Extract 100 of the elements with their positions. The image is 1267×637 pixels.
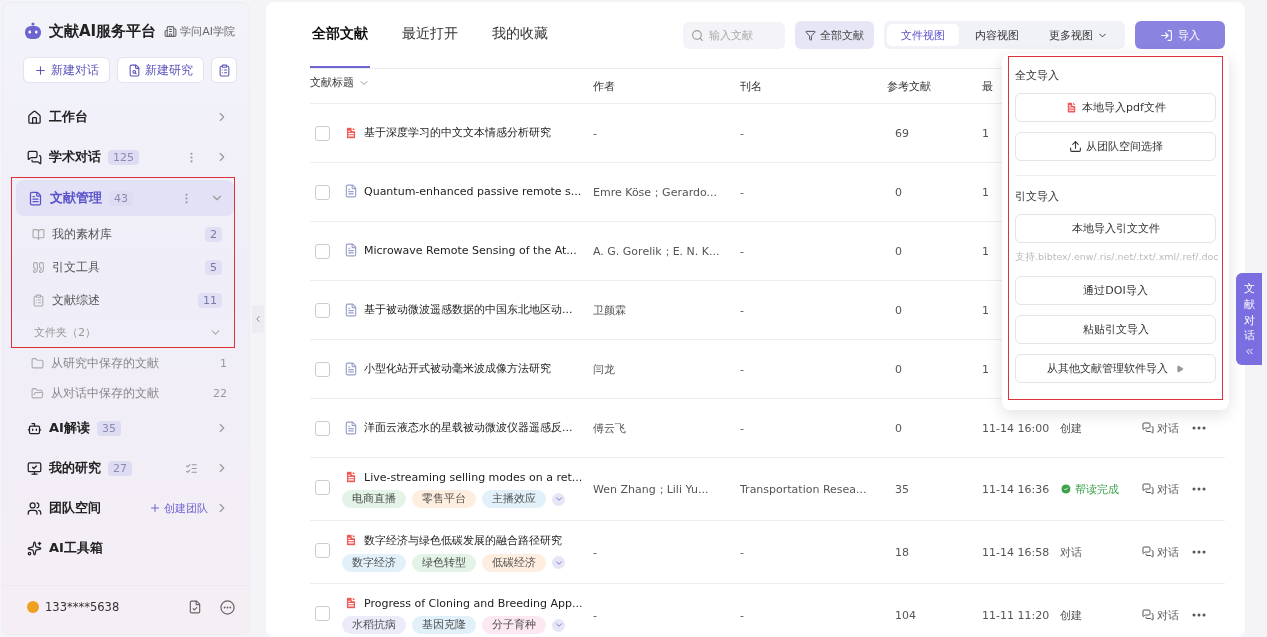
book-icon — [32, 228, 45, 241]
view-tab[interactable]: 内容视图 — [961, 24, 1033, 46]
avatar[interactable] — [27, 601, 39, 613]
more-icon[interactable] — [220, 599, 235, 615]
chat-link[interactable]: 对话 — [1142, 544, 1179, 560]
nav-item[interactable]: 学术对话 125 — [15, 139, 239, 175]
count-badge: 11 — [198, 293, 222, 308]
menu-item[interactable]: 本地导入引文文件 — [1015, 214, 1216, 243]
date-cell: 1 — [982, 362, 989, 376]
checkbox[interactable] — [315, 126, 330, 141]
expand-tags-button[interactable] — [552, 618, 565, 632]
academy-link[interactable]: 学问AI学院 — [164, 23, 235, 39]
filter-icon — [805, 29, 816, 41]
search-field[interactable]: 输入文献 — [683, 21, 785, 49]
chat-link[interactable]: 对话 — [1142, 607, 1179, 623]
title-cell[interactable]: 数字经济与绿色低碳发展的融合路径研究 — [364, 532, 562, 548]
view-tab[interactable]: 文件视图 — [887, 24, 959, 46]
title-cell[interactable]: Microwave Remote Sensing of the At... — [364, 243, 577, 257]
journal-cell: - — [740, 244, 744, 258]
sub-nav-item[interactable]: 文献综述 11 — [16, 284, 234, 317]
author-cell: 卫颜霖 — [593, 302, 626, 318]
monitor-icon — [27, 460, 42, 476]
filter-button[interactable]: 全部文献 — [795, 21, 874, 49]
title-cell[interactable]: 小型化站开式被动毫米波成像方法研究 — [364, 361, 551, 376]
column-header[interactable]: 文献标题 — [310, 69, 370, 90]
user-phone: 133****5638 — [45, 600, 120, 614]
new-action-button[interactable]: 新建对话 — [23, 57, 110, 83]
checkbox[interactable] — [315, 421, 330, 436]
title-cell[interactable]: Progress of Cloning and Breeding App... — [364, 596, 583, 610]
chat-link[interactable]: 对话 — [1142, 420, 1179, 436]
menu-item[interactable]: 粘贴引文导入 — [1015, 315, 1216, 344]
expand-tags-button[interactable] — [552, 556, 565, 569]
tab[interactable]: 全部文献 — [310, 2, 370, 68]
menu-item[interactable]: 从其他文献管理软件导入 — [1015, 354, 1216, 383]
checkbox[interactable] — [315, 244, 330, 259]
journal-cell: Transportation Resea... — [740, 482, 867, 496]
expand-tags-button[interactable] — [552, 492, 565, 506]
app-title: 文献AI服务平台 — [49, 21, 157, 41]
nav-item[interactable]: AI工具箱 — [15, 530, 239, 566]
pdf-file-icon — [344, 596, 358, 610]
author-cell: - — [593, 545, 597, 559]
nav-label: 团队空间 — [49, 499, 101, 517]
column-header[interactable]: 作者 — [593, 78, 615, 94]
tab[interactable]: 最近打开 — [400, 2, 460, 68]
pdf-file-icon — [344, 125, 358, 140]
author-cell: 傅云飞 — [593, 420, 626, 436]
pdf-file-icon — [344, 470, 358, 484]
more-icon[interactable] — [1192, 487, 1206, 491]
create-team-link[interactable]: 创建团队 — [149, 500, 208, 516]
table-row[interactable]: 数字经济与绿色低碳发展的融合路径研究 数字经济 绿色转型 低碳经济 - - 18 11-14 16:58 对话 对话 — [310, 521, 1225, 584]
document-icon — [344, 420, 358, 435]
checkbox[interactable] — [315, 606, 330, 621]
nav-item[interactable]: 工作台 — [15, 99, 239, 135]
sub-nav-item[interactable]: 我的素材库 2 — [16, 218, 234, 251]
checkbox[interactable] — [315, 542, 330, 558]
journal-cell: - — [740, 126, 744, 140]
nav-item[interactable]: 我的研究 27 — [15, 450, 239, 486]
section-title: 全文导入 — [1015, 69, 1060, 83]
nav-item[interactable]: AI解读 35 — [15, 410, 239, 446]
home-icon — [27, 109, 42, 125]
reference-count-cell-text: 18 — [894, 545, 909, 559]
nav-item[interactable]: 团队空间 创建团队 — [15, 490, 239, 526]
title-cell[interactable]: 基于深度学习的中文文本情感分析研究 — [364, 125, 551, 140]
chat-link[interactable]: 对话 — [1142, 481, 1179, 497]
chevron-left-icon — [253, 313, 263, 324]
table-row[interactable]: Live-streaming selling modes on a ret... 电商直播 零售平台 主播效应 Wen Zhang；Lili Yu... Transportation Resea... 35 11-14 16:36 帮读完成 对话 — [310, 458, 1225, 521]
new-action-button[interactable]: 新建研究 — [117, 57, 204, 83]
checkbox[interactable] — [315, 185, 330, 200]
clipboard-button[interactable] — [211, 57, 237, 83]
chat-bubbles-icon — [27, 149, 42, 165]
table-row[interactable]: Progress of Cloning and Breeding App... 水稻抗病 基因克隆 分子育种 - - 104 11-11 11:20 创建 对话 — [310, 584, 1225, 637]
tab[interactable]: 我的收藏 — [490, 2, 550, 68]
title-cell[interactable]: 基于被动微波遥感数据的中国东北地区动... — [364, 302, 573, 317]
submenu-arrow-icon — [1176, 364, 1184, 373]
checkbox[interactable] — [315, 362, 330, 377]
literature-chat-tab[interactable]: 文献对话 — [1236, 273, 1262, 365]
building-icon — [164, 24, 178, 38]
keyword-tag: 基因克隆 — [412, 616, 476, 634]
nav-label: 文献管理 — [50, 189, 102, 207]
menu-item[interactable]: 从团队空间选择 — [1015, 132, 1216, 161]
more-icon[interactable] — [1192, 426, 1206, 430]
nav-item[interactable]: 文献管理 43 — [16, 180, 234, 216]
column-header[interactable]: 最 — [982, 78, 993, 94]
column-header[interactable]: 参考文献 — [887, 78, 931, 94]
more-icon[interactable] — [1192, 613, 1206, 617]
column-header[interactable]: 刊名 — [740, 78, 762, 94]
keyword-tag: 电商直播 — [342, 490, 406, 508]
title-cell[interactable]: 洋面云液态水的星载被动微波仪器遥感反... — [364, 420, 573, 435]
checkbox[interactable] — [315, 480, 330, 495]
sub-nav-item[interactable]: 引文工具 5 — [16, 251, 234, 284]
menu-item[interactable]: 本地导入pdf文件 — [1015, 93, 1216, 122]
view-tab[interactable]: 更多视图 — [1035, 24, 1122, 46]
title-cell[interactable]: Live-streaming selling modes on a ret... — [364, 470, 583, 484]
menu-item[interactable]: 通过DOI导入 — [1015, 276, 1216, 305]
more-icon[interactable] — [1192, 550, 1206, 554]
collapse-sidebar-button[interactable] — [252, 304, 264, 333]
checkbox[interactable] — [315, 303, 330, 318]
plus-icon — [149, 502, 161, 514]
date-cell: 1 — [982, 185, 989, 199]
title-cell[interactable]: Quantum-enhanced passive remote s... — [364, 184, 582, 198]
